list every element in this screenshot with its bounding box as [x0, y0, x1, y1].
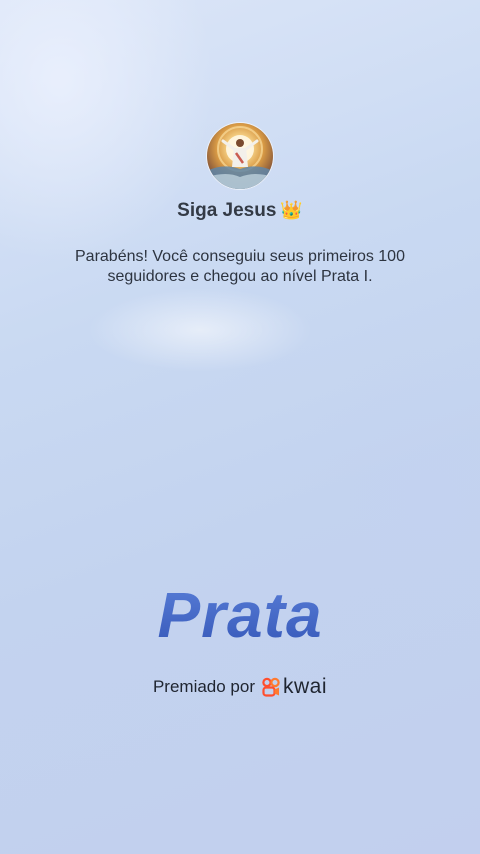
profile-name-row: Siga Jesus 👑	[0, 200, 480, 222]
crown-icon: 👑	[280, 200, 303, 220]
profile-name: Siga Jesus	[177, 200, 277, 221]
kwai-brand: kwai	[261, 675, 327, 699]
congratulation-message: Parabéns! Você conseguiu seus primeiros …	[75, 248, 405, 285]
level-title: Prata	[0, 578, 480, 652]
kwai-logo-icon	[262, 677, 280, 697]
jesus-avatar-image	[207, 126, 273, 189]
kwai-brand-text: kwai	[283, 675, 328, 698]
avatar[interactable]	[207, 123, 273, 189]
awarded-by-label: Premiado por	[152, 677, 256, 696]
awarded-by-row: Premiado por kwai	[0, 675, 480, 699]
